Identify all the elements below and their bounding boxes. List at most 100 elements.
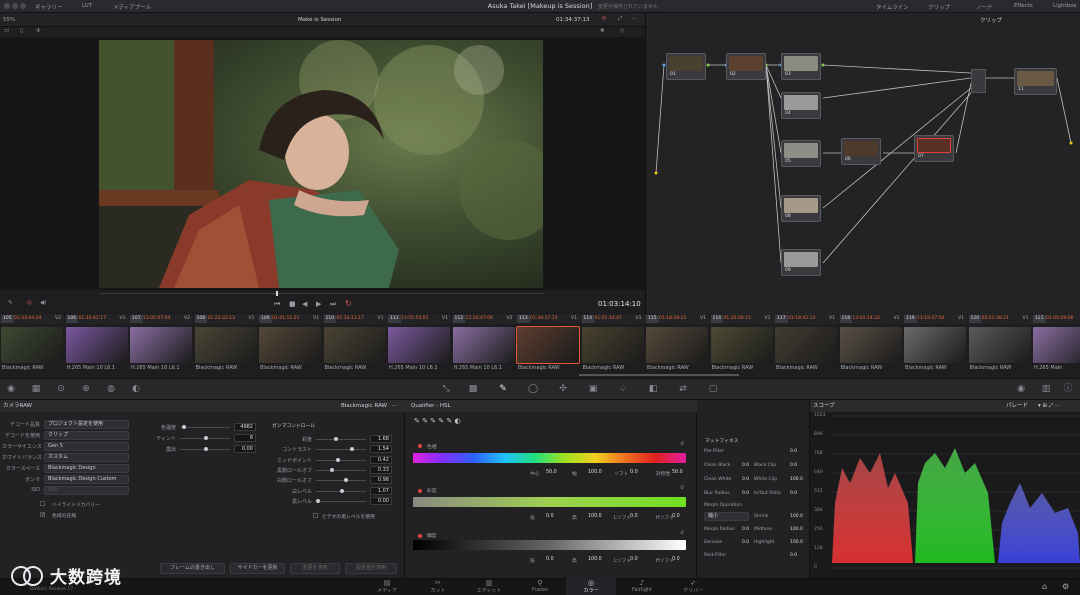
panel-options-icon[interactable]: ⋯: [392, 400, 398, 412]
slider-knob[interactable]: [330, 467, 334, 472]
3d-icon[interactable]: ▢: [707, 383, 719, 395]
slider-knob[interactable]: [336, 457, 340, 462]
timeline-clip[interactable]: 116 01:20:56:15 V1 Blackmagic RAW: [709, 314, 774, 374]
timeline-clip[interactable]: 115 01:18:19:22 V1 Blackmagic RAW: [645, 314, 709, 374]
sat-reset-icon[interactable]: ↺: [680, 486, 684, 491]
slider-knob[interactable]: [182, 425, 186, 429]
highlight-icon[interactable]: ◇: [620, 28, 624, 34]
node-11[interactable]: 11: [1014, 68, 1057, 95]
clip-button[interactable]: クリップ: [928, 3, 950, 11]
hdr-icon[interactable]: ◐: [130, 383, 142, 395]
node-07[interactable]: 07: [914, 135, 954, 162]
lightbox-button[interactable]: Lightbox: [1053, 3, 1077, 9]
page-tab-0[interactable]: ▤ メディア: [362, 578, 412, 595]
qualifier-field-value[interactable]: 100.0: [588, 470, 602, 475]
wb-param-slider[interactable]: [180, 447, 230, 451]
node-editor[interactable]: クリップ 01 02 03 04 05 06 07 08 09 11: [645, 13, 1080, 314]
window-icon[interactable]: ◯: [527, 383, 539, 395]
scrubber-track[interactable]: [99, 293, 543, 294]
matte-param-value[interactable]: 100.0: [790, 540, 803, 545]
matte-param-value[interactable]: 0.0: [742, 477, 749, 482]
lum-enable-icon[interactable]: [418, 534, 422, 538]
pointer-icon[interactable]: ✥: [600, 28, 605, 34]
rgb-mixer-icon[interactable]: ⊕: [80, 383, 92, 395]
gamma-param-value[interactable]: 1.68: [370, 435, 392, 443]
lum-reset-icon[interactable]: ↺: [680, 531, 684, 536]
gamma-param-slider[interactable]: [316, 488, 366, 493]
timeline-clip[interactable]: 12101:00:09:06V2 H.265 Main: [1032, 314, 1080, 374]
node-09[interactable]: 09: [781, 249, 821, 276]
qualifier-field-value[interactable]: 50.0: [672, 470, 683, 475]
node-01[interactable]: 01: [666, 53, 706, 80]
update-sidecar-button[interactable]: サイドカーを更新: [230, 563, 285, 574]
timeline-scrollbar[interactable]: [579, 374, 739, 376]
split-screen-icon[interactable]: ▭: [4, 28, 9, 34]
timeline-clip[interactable]: 105 01:33:44:24 V2 Blackmagic RAW: [0, 314, 64, 374]
wb-param-slider[interactable]: [180, 425, 230, 429]
timeline-clip[interactable]: 109 01:41:11:21 V1 Blackmagic RAW: [258, 314, 322, 374]
page-tab-3[interactable]: ⚲ Fusion: [515, 578, 565, 595]
hue-bar[interactable]: [413, 453, 686, 463]
sat-bar[interactable]: [413, 497, 686, 507]
video-levels-checkbox[interactable]: [313, 513, 318, 518]
gamut-compression-checkbox[interactable]: ✓: [40, 512, 45, 518]
viewer-frame[interactable]: [99, 40, 543, 288]
raw-row-dropdown[interactable]: カスタム: [44, 453, 129, 462]
gamma-param-value[interactable]: 0.98: [370, 476, 392, 485]
gamma-param-value[interactable]: 0.00: [370, 496, 392, 505]
expand-icon[interactable]: ⤢: [618, 16, 622, 23]
node-03[interactable]: 03: [781, 53, 821, 80]
wipe-icon[interactable]: ▯: [20, 28, 23, 34]
color-wheels-icon[interactable]: ⊙: [55, 383, 67, 395]
matte-param-value[interactable]: 100.0: [790, 527, 803, 532]
qualifier-icon[interactable]: ✎: [497, 383, 509, 395]
qualifier-field-value[interactable]: 0.0: [546, 514, 554, 519]
wb-param-slider[interactable]: [180, 436, 230, 440]
gamma-param-slider[interactable]: [316, 437, 366, 441]
page-tab-1[interactable]: ✂ カット: [413, 578, 463, 595]
info-icon[interactable]: ⓘ: [1062, 383, 1074, 395]
matte-param-value[interactable]: 0.0: [790, 491, 797, 496]
qualifier-field-value[interactable]: 100.0: [588, 514, 602, 519]
gamma-param-value[interactable]: 0.42: [370, 455, 392, 464]
sat-enable-icon[interactable]: [418, 489, 422, 493]
matte-param-value[interactable]: 0.0: [742, 540, 749, 545]
qualifier-field-value[interactable]: 0.0: [630, 514, 638, 519]
scopes-icon[interactable]: ▥: [1040, 383, 1052, 395]
more-icon[interactable]: ⋯: [632, 16, 638, 22]
timeline-button[interactable]: タイムライン: [876, 3, 909, 11]
wb-param-value[interactable]: 8: [234, 434, 256, 442]
nodes-button[interactable]: ノード: [976, 3, 993, 11]
skip-forward-button[interactable]: ⏭: [330, 300, 336, 309]
raw-row-dropdown[interactable]: Gen 5: [44, 442, 129, 451]
settings-icon[interactable]: ⚙: [1062, 582, 1069, 591]
scope-mode-dropdown[interactable]: パレード: [1006, 400, 1028, 412]
loop-button[interactable]: ↻: [345, 299, 352, 308]
zoom-level[interactable]: 55%: [3, 17, 15, 23]
timeline-clip[interactable]: 106 01:33:42:17 V1 H.265 Main 10 L6.1: [64, 314, 129, 374]
color-warper-icon[interactable]: ▩: [467, 383, 479, 395]
pen-icon[interactable]: ✎: [8, 300, 13, 306]
timeline-clip[interactable]: 112 12:20:47:06 V2 H.265 Main 10 L6.1: [451, 314, 516, 374]
gamma-param-value[interactable]: 0.33: [370, 465, 392, 474]
qualifier-picker-icons[interactable]: ✎ ✎ ✎ ✎ ✎ ◐: [414, 417, 461, 425]
page-tab-5[interactable]: ♪ Fairlight: [617, 578, 667, 595]
gamma-param-slider[interactable]: [316, 478, 366, 483]
wb-param-value[interactable]: 4982: [234, 423, 256, 431]
timeline-clip[interactable]: 111 13:55:53:01 V1 H.265 Main 10 L6.1: [387, 314, 451, 374]
matte-param-value[interactable]: 0.0: [790, 463, 797, 468]
loop-icon[interactable]: ⟳: [602, 16, 607, 22]
page-tab-6[interactable]: ➶ デリバー: [668, 578, 718, 595]
matte-param-value[interactable]: 0.0: [742, 527, 749, 532]
color-match-icon[interactable]: ▦: [30, 383, 42, 395]
raw-row-dropdown[interactable]: クリップ: [44, 431, 129, 440]
skip-back-button[interactable]: ⏮: [274, 300, 280, 309]
gamma-param-value[interactable]: 1.54: [370, 445, 392, 454]
gamma-param-slider[interactable]: [316, 467, 366, 472]
qualifier-field-value[interactable]: 0.0: [630, 557, 638, 562]
magic-mask-tool-icon[interactable]: ▣: [587, 383, 599, 395]
qualifier-field-value[interactable]: 100.0: [588, 557, 602, 562]
export-frame-button[interactable]: フレームの書き出し: [160, 563, 225, 574]
timeline-clip[interactable]: 114 01:01:14:07 V1 Blackmagic RAW: [580, 314, 645, 374]
curves-icon[interactable]: ⤡: [440, 383, 452, 395]
